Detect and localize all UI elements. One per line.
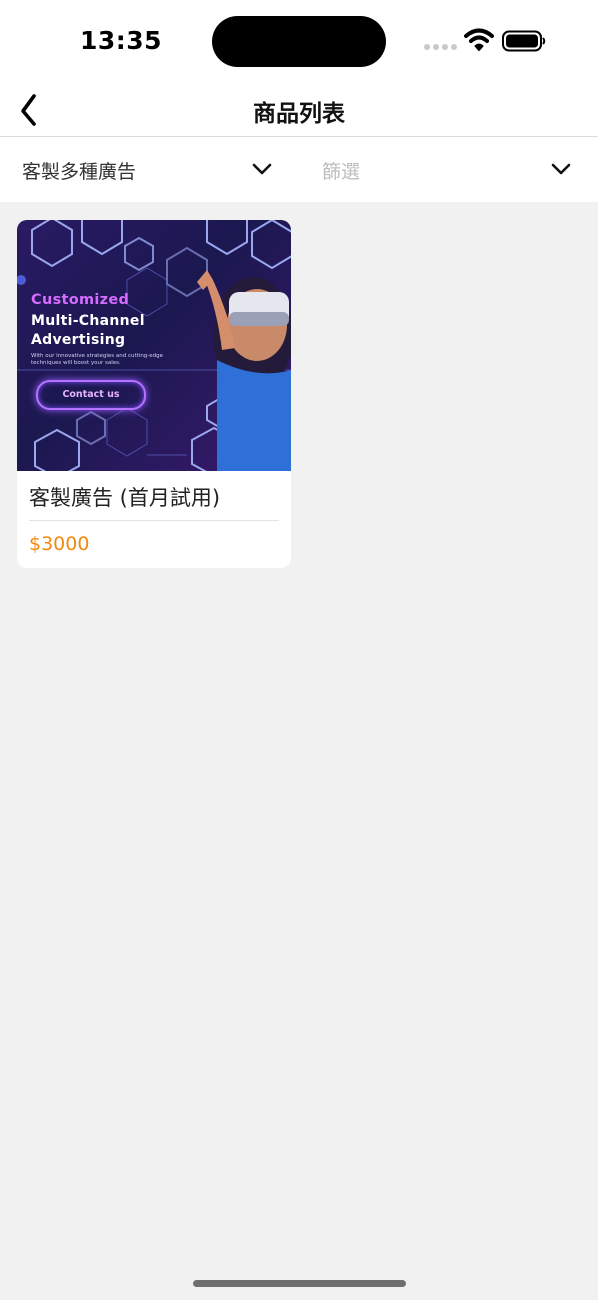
navigation-bar: 商品列表 — [0, 84, 598, 137]
dynamic-island — [212, 16, 386, 67]
ad-headline: Multi-Channel — [31, 313, 145, 329]
ad-subtext: With our innovative strategies and cutti… — [31, 353, 164, 366]
home-indicator[interactable] — [193, 1280, 406, 1287]
wifi-icon — [464, 28, 494, 52]
cellular-signal-icon — [424, 44, 457, 50]
category-dropdown-value: 客製多種廣告 — [22, 161, 137, 183]
status-time: 13:35 — [80, 26, 163, 55]
product-name: 客製廣告 (首月試用) — [29, 486, 221, 510]
product-price: $3000 — [29, 533, 90, 555]
ad-headline: Advertising — [31, 332, 126, 348]
battery-icon — [502, 30, 546, 52]
product-card[interactable]: Customized Multi-Channel Advertising Wit… — [17, 220, 291, 568]
product-image: Customized Multi-Channel Advertising Wit… — [17, 220, 291, 471]
ad-contact-badge: Contact us — [36, 380, 146, 410]
filter-bar: 客製多種廣告 篩選 — [0, 137, 598, 202]
category-dropdown[interactable]: 客製多種廣告 — [0, 137, 290, 202]
chevron-down-icon — [252, 163, 272, 175]
filter-dropdown[interactable]: 篩選 — [298, 137, 598, 202]
chevron-down-icon — [551, 163, 571, 175]
status-bar: 13:35 — [0, 0, 598, 84]
page-title: 商品列表 — [253, 101, 345, 127]
ad-headline: Customized — [31, 292, 130, 308]
filter-dropdown-placeholder: 篩選 — [322, 161, 361, 183]
card-divider — [29, 520, 279, 521]
